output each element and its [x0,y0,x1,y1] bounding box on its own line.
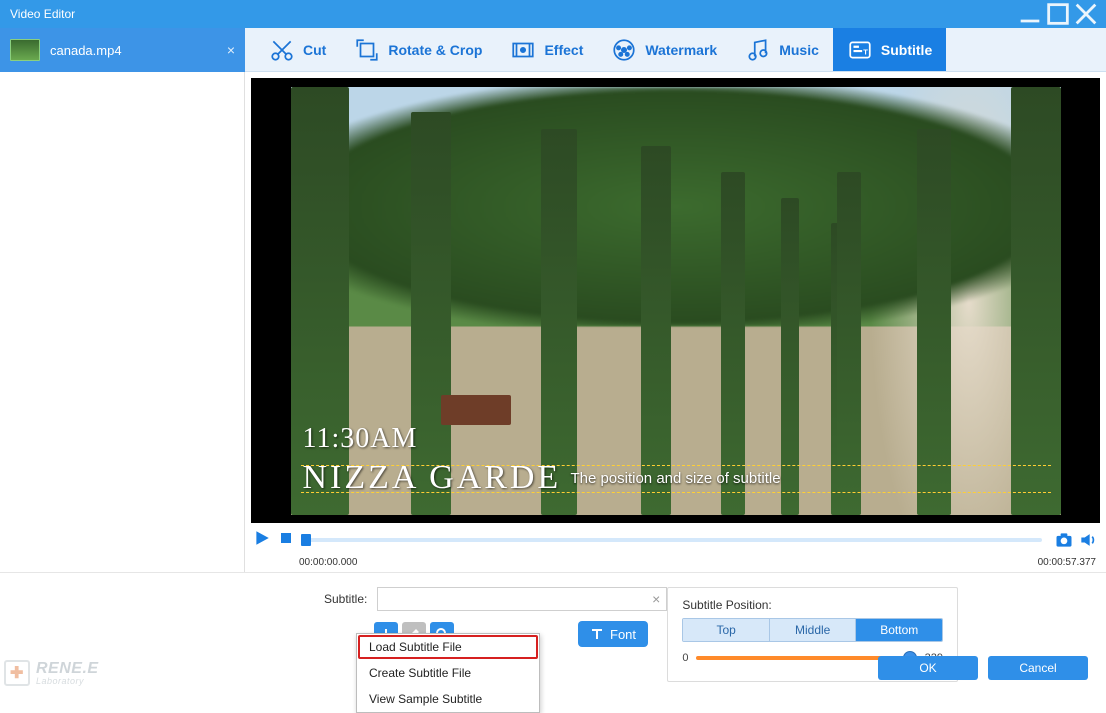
tool-label: Watermark [645,42,717,58]
sidebar [0,72,245,572]
effect-icon [510,37,536,63]
tool-subtitle[interactable]: T Subtitle [833,28,946,71]
position-label: Subtitle Position: [682,598,943,612]
video-preview-wrap: 11:30AM NIZZA GARDE The position and siz… [251,78,1100,523]
minimize-button[interactable] [1016,4,1044,24]
seek-bar[interactable] [301,538,1042,542]
clear-subtitle-icon[interactable]: × [652,591,660,607]
tool-label: Effect [544,42,583,58]
tool-rotate-crop[interactable]: Rotate & Crop [340,28,496,71]
video-preview[interactable]: 11:30AM NIZZA GARDE The position and siz… [291,87,1061,515]
brand-icon: ✚ [4,660,30,686]
menu-load-subtitle[interactable]: Load Subtitle File [357,634,539,660]
file-tab[interactable]: canada.mp4 × [0,28,245,72]
tool-tabs: Cut Rotate & Crop Effect Watermark Music… [245,28,1106,71]
ok-button[interactable]: OK [878,656,978,680]
font-button-label: Font [610,627,636,642]
playback-controls [245,523,1106,557]
music-icon [745,37,771,63]
font-icon [590,627,604,641]
maximize-button[interactable] [1044,4,1072,24]
tool-cut[interactable]: Cut [255,28,340,71]
preview-column: 11:30AM NIZZA GARDE The position and siz… [245,72,1106,572]
cut-icon [269,37,295,63]
play-button[interactable] [253,529,271,552]
slider-min: 0 [682,652,688,664]
position-buttons: Top Middle Bottom [682,618,943,642]
menu-create-subtitle[interactable]: Create Subtitle File [357,660,539,686]
position-top[interactable]: Top [683,619,769,641]
rotate-crop-icon [354,37,380,63]
subtitle-icon: T [847,37,873,63]
subtitle-position-overlay[interactable]: The position and size of subtitle [301,465,1051,493]
tool-watermark[interactable]: Watermark [597,28,731,71]
position-bottom[interactable]: Bottom [855,619,942,641]
brand-watermark: ✚ RENE.E Laboratory [4,660,99,686]
file-thumbnail [10,39,40,61]
cancel-button[interactable]: Cancel [988,656,1088,680]
brand-sub: Laboratory [36,677,99,686]
snapshot-button[interactable] [1054,530,1074,550]
close-file-icon[interactable]: × [227,42,235,58]
tool-effect[interactable]: Effect [496,28,597,71]
position-middle[interactable]: Middle [769,619,856,641]
tool-label: Music [779,42,819,58]
watermark-icon [611,37,637,63]
svg-text:T: T [863,47,868,56]
subtitle-input[interactable]: × [377,587,667,611]
subtitle-panel: Subtitle: × Font Subtitle Position: Top … [0,572,1106,690]
tool-label: Subtitle [881,42,932,58]
volume-button[interactable] [1078,530,1098,550]
tool-label: Cut [303,42,326,58]
dialog-buttons: OK Cancel [878,656,1088,680]
brand-name: RENE.E [36,661,99,677]
current-time: 00:00:00.000 [299,557,357,568]
seek-handle[interactable] [301,534,311,546]
file-name: canada.mp4 [50,43,217,58]
close-window-button[interactable] [1072,4,1100,24]
subtitle-hint: The position and size of subtitle [570,470,780,487]
subtitle-label: Subtitle: [324,592,367,606]
subtitle-dropdown: Load Subtitle File Create Subtitle File … [356,633,540,713]
titlebar: Video Editor [0,0,1106,28]
top-toolbar: canada.mp4 × Cut Rotate & Crop Effect Wa… [0,28,1106,72]
duration: 00:00:57.377 [1038,557,1096,568]
main-body: 11:30AM NIZZA GARDE The position and siz… [0,72,1106,572]
overlay-time: 11:30AM [303,423,418,455]
window-title: Video Editor [10,7,1016,21]
tool-music[interactable]: Music [731,28,833,71]
stop-button[interactable] [279,531,293,550]
font-button[interactable]: Font [578,621,648,647]
tool-label: Rotate & Crop [388,42,482,58]
